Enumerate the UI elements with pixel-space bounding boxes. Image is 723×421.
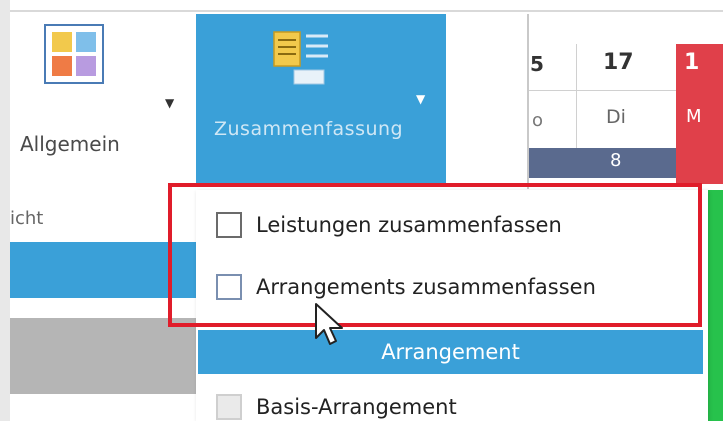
day-name: Di <box>606 106 626 128</box>
top-divider <box>0 10 723 12</box>
checkbox[interactable] <box>216 394 242 420</box>
dropdown-arrow-icon[interactable]: ▼ <box>416 92 425 106</box>
menu-item-label: Basis-Arrangement <box>256 395 457 419</box>
layout-grid-icon <box>44 24 104 84</box>
menu-item-basis-arrangement[interactable]: Basis-Arrangement <box>216 394 457 420</box>
week-count-row <box>529 148 676 178</box>
summary-icon <box>273 31 328 85</box>
section-header-label: Arrangement <box>381 340 520 364</box>
day-number: 5 <box>530 52 544 76</box>
grid-line <box>576 44 577 148</box>
week-count: 8 <box>610 150 622 171</box>
dropdown-arrow-icon[interactable]: ▼ <box>165 96 174 110</box>
allgemein-button[interactable]: Allgemein ▼ <box>12 14 190 184</box>
grid-line <box>529 90 676 91</box>
day-name: M <box>686 106 702 127</box>
zusammenfassung-label: Zusammenfassung <box>214 118 404 140</box>
day-number: 1 <box>684 50 700 75</box>
day-name: o <box>532 110 544 131</box>
section-header-arrangement: Arrangement <box>198 330 703 374</box>
day-number: 17 <box>603 50 634 75</box>
mouse-cursor-icon <box>315 303 343 345</box>
zusammenfassung-button[interactable]: Zusammenfassung ▼ <box>196 14 446 184</box>
ribbon-group-label: icht <box>10 208 44 229</box>
allgemein-label: Allgemein <box>20 132 120 156</box>
availability-strip <box>708 190 723 421</box>
highlight-annotation <box>168 183 702 327</box>
sidebar-row[interactable] <box>10 318 196 394</box>
window-frame <box>0 0 10 421</box>
